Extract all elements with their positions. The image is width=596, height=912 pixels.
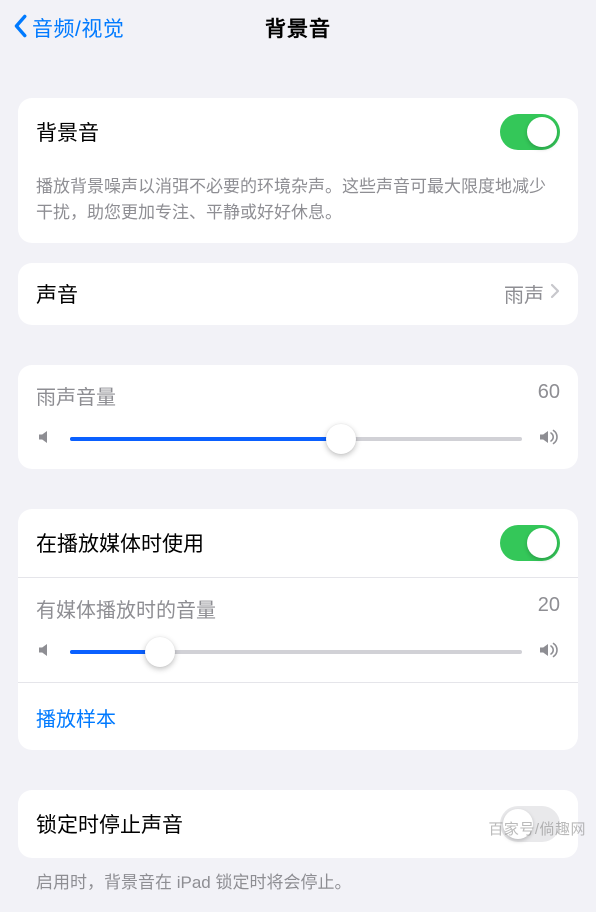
media-volume-value: 20	[538, 594, 560, 623]
sound-value: 雨声	[504, 279, 544, 308]
slider-track	[70, 650, 522, 654]
media-volume-label: 有媒体播放时的音量	[36, 594, 216, 623]
slider-track	[70, 437, 522, 441]
navigation-bar: 音频/视觉 背景音	[0, 0, 596, 56]
group-media-use: 在播放媒体时使用 有媒体播放时的音量 20 播放样本	[18, 509, 578, 750]
group-rain-volume: 雨声音量 60	[18, 365, 578, 469]
chevron-right-icon	[550, 283, 560, 304]
media-toggle-switch[interactable]	[500, 525, 560, 561]
sound-label: 声音	[36, 279, 504, 309]
lock-stop-description: 启用时，背景音在 iPad 锁定时将会停止。	[18, 858, 578, 912]
background-sound-switch[interactable]	[500, 114, 560, 150]
volume-low-icon	[36, 428, 54, 451]
volume-low-icon	[36, 641, 54, 664]
media-volume-slider[interactable]	[36, 641, 560, 664]
background-sound-description: 播放背景噪声以消弭不必要的环境杂声。这些声音可最大限度地减少干扰，助您更加专注、…	[18, 166, 578, 243]
rain-volume-value: 60	[538, 381, 560, 410]
row-sound-picker[interactable]: 声音 雨声	[18, 263, 578, 325]
row-media-toggle: 在播放媒体时使用	[18, 509, 578, 577]
back-button[interactable]: 音频/视觉	[12, 13, 124, 43]
watermark: 百家号/倘趣网	[488, 818, 586, 839]
background-sound-label: 背景音	[36, 117, 500, 147]
group-background-sound: 背景音 播放背景噪声以消弭不必要的环境杂声。这些声音可最大限度地减少干扰，助您更…	[18, 98, 578, 243]
page-title: 背景音	[265, 13, 331, 43]
group-sound-picker: 声音 雨声	[18, 263, 578, 325]
chevron-left-icon	[12, 14, 28, 43]
volume-high-icon	[538, 428, 560, 451]
volume-high-icon	[538, 641, 560, 664]
media-toggle-label: 在播放媒体时使用	[36, 528, 500, 558]
back-label: 音频/视觉	[32, 13, 124, 43]
rain-volume-label: 雨声音量	[36, 381, 116, 410]
row-background-sound-toggle: 背景音	[18, 98, 578, 166]
rain-volume-slider[interactable]	[36, 428, 560, 451]
play-sample-link[interactable]: 播放样本	[18, 682, 578, 750]
lock-stop-label: 锁定时停止声音	[36, 809, 500, 839]
